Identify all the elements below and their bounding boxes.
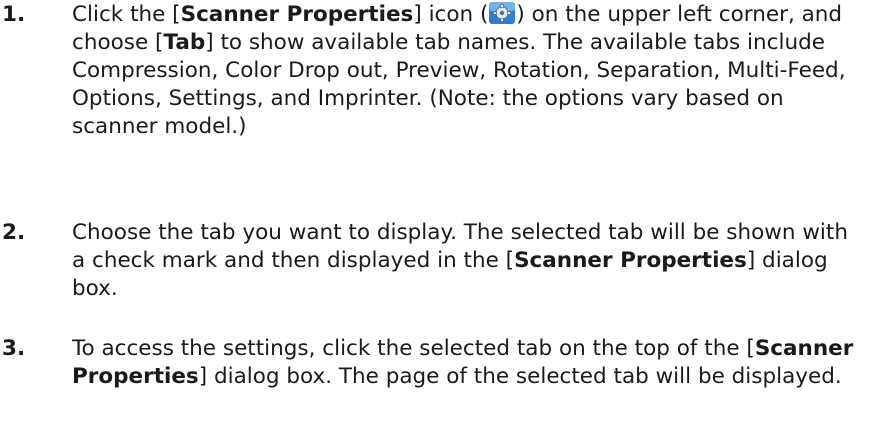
scanner-properties-gear-icon [489, 2, 516, 24]
ui-label-scanner-properties: Scanner Properties [514, 248, 747, 273]
step-text: Choose the tab you want to display. The … [72, 220, 848, 301]
ui-label-scanner-properties: Scanner Properties [180, 2, 414, 27]
step-text: Click the [Scanner Properties] icon () … [72, 2, 846, 139]
step-text: To access the settings, click the select… [72, 336, 854, 389]
step-number: 3. [2, 336, 26, 361]
step-number: 1. [2, 2, 26, 27]
step-number: 2. [2, 220, 26, 245]
ui-label-tab: Tab [163, 30, 206, 55]
instructions-page: 1. Click the [Scanner Properties] icon ( [0, 0, 871, 421]
